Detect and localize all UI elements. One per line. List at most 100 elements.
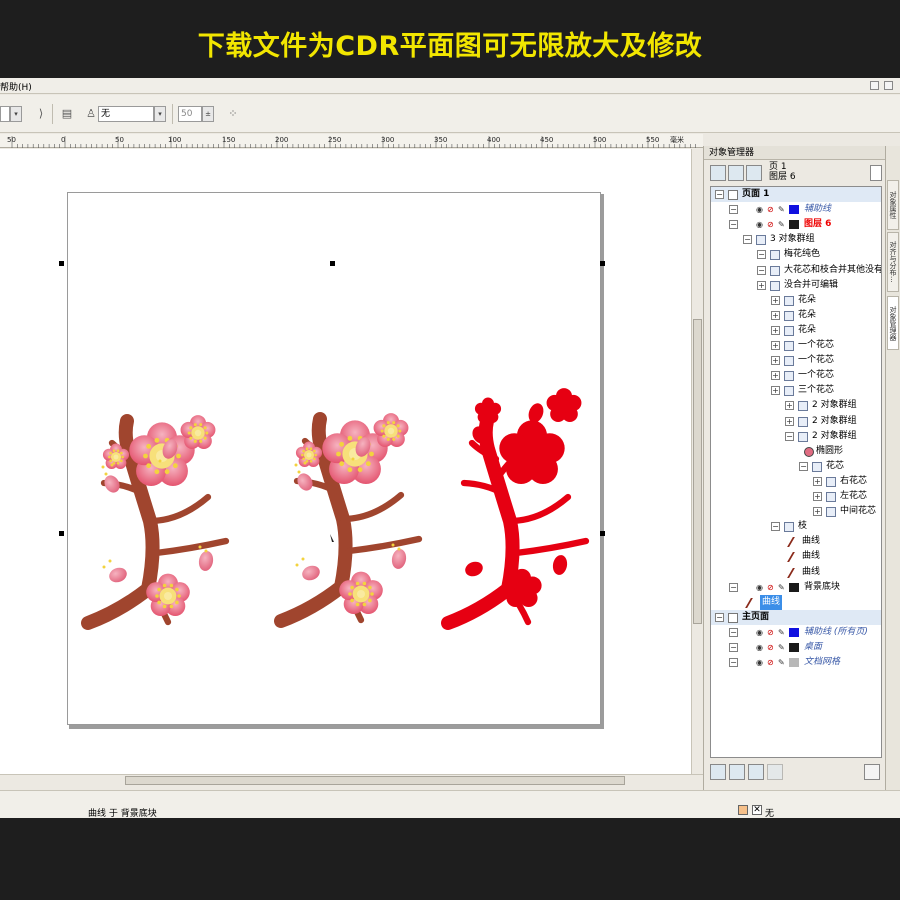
outline-dropdown-icon[interactable]: ▾ [154, 106, 166, 122]
visibility-eye-icon[interactable]: ◉ [756, 205, 766, 214]
printable-icon[interactable]: ⊘ [767, 220, 777, 229]
tree-row[interactable]: + 右花芯 [711, 474, 881, 489]
horizontal-scrollbar[interactable] [0, 774, 703, 786]
selection-handle[interactable] [600, 531, 605, 536]
tree-row[interactable]: + 左花芯 [711, 489, 881, 504]
new-master-layer-icon[interactable] [729, 764, 745, 780]
expand-toggle-icon[interactable]: + [771, 356, 780, 366]
horizontal-scroll-thumb[interactable] [125, 776, 625, 785]
vertical-scrollbar[interactable] [691, 149, 703, 774]
close-icon[interactable] [884, 81, 893, 90]
number-field[interactable]: 50 [178, 106, 202, 122]
visibility-eye-icon[interactable]: ◉ [756, 628, 766, 637]
tree-row[interactable]: − ◉ ⊘ ✎ 背景底块 [711, 580, 881, 595]
printable-icon[interactable]: ⊘ [767, 205, 777, 214]
tree-row[interactable]: 椭圆形 [711, 444, 881, 459]
tree-row[interactable]: + 一个花芯 [711, 368, 881, 383]
expand-toggle-icon[interactable]: + [813, 507, 822, 517]
tree-row[interactable]: 曲线 [711, 565, 881, 580]
expand-toggle-icon[interactable]: + [771, 310, 780, 320]
tree-row[interactable]: − ◉ ⊘ ✎ 辅助线 [711, 202, 881, 217]
new-master-layer-all-icon[interactable] [748, 764, 764, 780]
editable-pencil-icon[interactable]: ✎ [778, 628, 788, 637]
outline-width-select[interactable]: 无 [98, 106, 154, 122]
editable-pencil-icon[interactable]: ✎ [778, 220, 788, 229]
layer-manager-icon[interactable] [746, 165, 762, 181]
tree-row[interactable]: 曲线 [711, 594, 881, 610]
printable-icon[interactable]: ⊘ [767, 643, 777, 652]
expand-toggle-icon[interactable]: + [771, 325, 780, 335]
expand-toggle-icon[interactable]: − [729, 220, 738, 230]
expand-toggle-icon[interactable]: + [771, 371, 780, 381]
size-field[interactable] [0, 106, 10, 122]
expand-toggle-icon[interactable]: − [757, 250, 766, 260]
plum-blossom-gradient-2[interactable] [274, 412, 423, 628]
tree-row[interactable]: − ◉ ⊘ ✎ 桌面 [711, 640, 881, 655]
tree-row[interactable]: 曲线 [711, 549, 881, 564]
new-layer-icon[interactable] [710, 764, 726, 780]
layer-color-swatch[interactable] [789, 658, 799, 668]
new-master-layer-odd-icon[interactable] [767, 764, 783, 780]
tree-row[interactable]: +2 对象群组 [711, 398, 881, 413]
edit-across-layers-icon[interactable] [728, 165, 744, 181]
tree-row[interactable]: + 一个花芯 [711, 338, 881, 353]
plum-blossom-solid-red[interactable] [441, 388, 590, 630]
number-stepper[interactable]: ± [202, 106, 214, 122]
tree-row[interactable]: − 页面 1 [711, 187, 881, 202]
visibility-eye-icon[interactable]: ◉ [756, 583, 766, 592]
selection-handle[interactable] [330, 261, 335, 266]
tree-row[interactable]: − 枝 [711, 519, 881, 534]
expand-toggle-icon[interactable]: − [729, 205, 738, 215]
tree-row[interactable]: + 三个花芯 [711, 383, 881, 398]
printable-icon[interactable]: ⊘ [767, 658, 777, 667]
wrap-text-icon[interactable]: ⟩ [34, 107, 48, 121]
plum-blossom-gradient-1[interactable] [81, 414, 230, 630]
editable-pencil-icon[interactable]: ✎ [778, 643, 788, 652]
expand-toggle-icon[interactable]: + [785, 401, 794, 411]
tree-row[interactable]: − 大花芯和枝合并其他没有 [711, 263, 881, 278]
editable-pencil-icon[interactable]: ✎ [778, 583, 788, 592]
printable-icon[interactable]: ⊘ [767, 583, 777, 592]
layer-color-swatch[interactable] [789, 643, 799, 652]
expand-toggle-icon[interactable]: − [799, 461, 808, 471]
expand-toggle-icon[interactable]: − [715, 612, 724, 622]
layer-color-swatch[interactable] [789, 205, 799, 215]
tree-row[interactable]: 曲线 [711, 534, 881, 549]
tree-row[interactable]: − 花芯 [711, 459, 881, 474]
tree-row[interactable]: − ◉ ⊘ ✎ 辅助线 (所有页) [711, 625, 881, 640]
layer-color-swatch[interactable] [789, 220, 799, 230]
artwork-svg[interactable] [0, 149, 691, 774]
expand-toggle-icon[interactable]: − [785, 431, 794, 441]
expand-toggle-icon[interactable]: − [715, 190, 724, 199]
expand-toggle-icon[interactable]: + [771, 386, 780, 396]
expand-toggle-icon[interactable]: + [813, 476, 822, 486]
expand-toggle-icon[interactable]: − [743, 235, 752, 245]
tree-row[interactable]: + 中间花芯 [711, 504, 881, 519]
tree-row[interactable]: − 2 对象群组 [711, 429, 881, 444]
selection-handle[interactable] [59, 261, 64, 266]
tab-object-properties[interactable]: 对象属性 [887, 180, 899, 230]
tree-row[interactable]: − 梅花纯色 [711, 247, 881, 262]
vertical-scroll-thumb[interactable] [693, 319, 702, 624]
layer-color-swatch[interactable] [789, 582, 799, 592]
expand-toggle-icon[interactable]: + [757, 280, 766, 290]
expand-toggle-icon[interactable]: − [771, 522, 780, 532]
tree-row[interactable]: + 花朵 [711, 308, 881, 323]
editable-pencil-icon[interactable]: ✎ [778, 658, 788, 667]
tree-row[interactable]: + 一个花芯 [711, 353, 881, 368]
visibility-eye-icon[interactable]: ◉ [756, 220, 766, 229]
tab-align-distribute[interactable]: 对齐与分布... [887, 232, 899, 292]
object-tree[interactable]: − 页面 1− ◉ ⊘ ✎ 辅助线 − ◉ ⊘ ✎ 图层 6−3 对象群组 − 梅花纯色 − 大花芯和枝合并… [710, 186, 882, 758]
size-dropdown-icon[interactable]: ▾ [10, 106, 22, 122]
arrange-icon[interactable]: ▤ [60, 107, 74, 121]
grid-snap-icon[interactable]: ⁘ [226, 107, 240, 121]
menu-help[interactable]: 帮助(H) [0, 80, 32, 93]
selection-handle[interactable] [59, 531, 64, 536]
tab-object-manager[interactable]: 对象管理器 [887, 296, 899, 350]
selection-handle[interactable] [600, 261, 605, 266]
expand-toggle-icon[interactable]: + [785, 416, 794, 426]
visibility-eye-icon[interactable]: ◉ [756, 658, 766, 667]
printable-icon[interactable]: ⊘ [767, 628, 777, 637]
drawing-canvas[interactable] [0, 149, 691, 808]
tree-row[interactable]: − 主页面 [711, 609, 881, 625]
